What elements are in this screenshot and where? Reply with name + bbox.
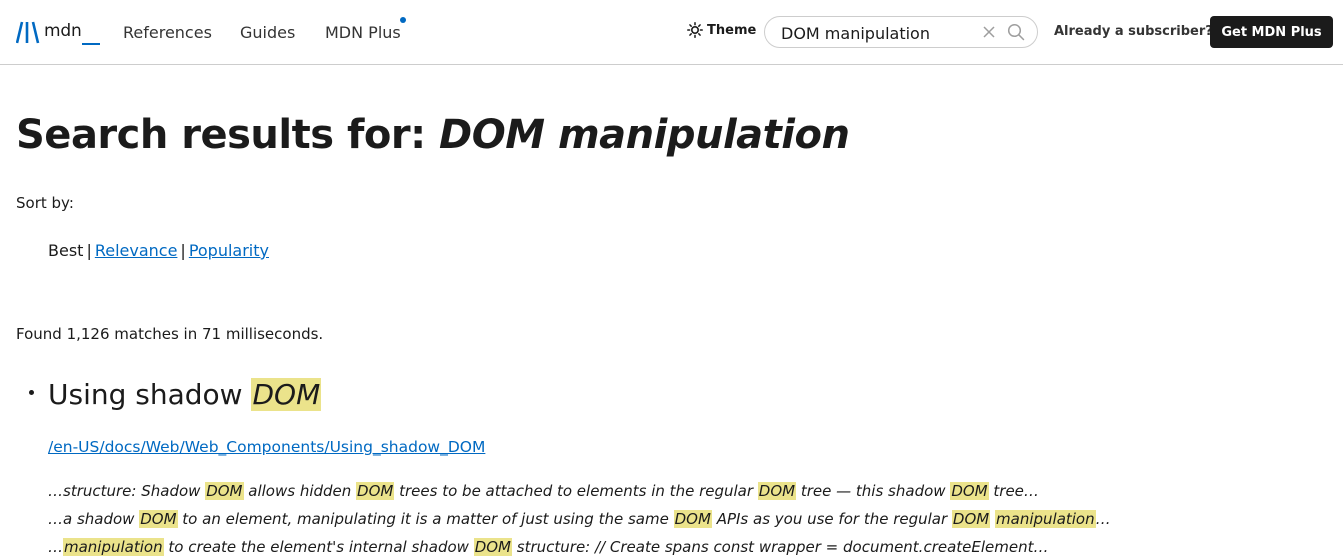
result-title-text: Using shadow xyxy=(48,378,243,411)
sort-relevance-link[interactable]: Relevance xyxy=(95,241,178,260)
logo-underscore xyxy=(82,43,100,45)
page-title-prefix: Search results for: xyxy=(16,112,426,158)
new-indicator-dot xyxy=(400,17,406,23)
search-term-highlight: DOM xyxy=(473,538,513,556)
page-title: Search results for: DOM manipulation xyxy=(16,112,850,158)
search-term-highlight: DOM xyxy=(139,510,178,528)
top-navigation: mdn References Guides MDN Plus Theme Alr… xyxy=(0,0,1343,65)
snippet-text: … xyxy=(1095,510,1111,528)
already-subscriber-link[interactable]: Already a subscriber? xyxy=(1054,24,1213,39)
snippet-text: to create the element's internal shadow xyxy=(163,538,474,556)
snippet-text: APIs as you use for the regular xyxy=(711,510,952,528)
nav-guides[interactable]: Guides xyxy=(240,23,295,42)
sort-label: Sort by: xyxy=(16,194,74,212)
sun-icon xyxy=(687,22,703,38)
snippet-text: structure: // Create spans const wrapper… xyxy=(512,538,1049,556)
search-term-highlight: DOM xyxy=(673,510,712,528)
nav-references[interactable]: References xyxy=(123,23,212,42)
get-mdn-plus-button[interactable]: Get MDN Plus xyxy=(1210,16,1333,48)
snippet-text: …a shadow xyxy=(48,510,140,528)
search-box xyxy=(764,16,1038,48)
search-term-highlight: manipulation xyxy=(63,538,164,556)
search-term-highlight: DOM xyxy=(356,482,395,500)
results-count: Found 1,126 matches in 71 milliseconds. xyxy=(16,325,324,343)
result-snippet: …structure: Shadow DOM allows hidden DOM… xyxy=(48,482,1039,500)
mdn-logo[interactable]: mdn xyxy=(16,20,82,46)
search-term-highlight: DOM xyxy=(950,482,989,500)
sort-separator: | xyxy=(86,241,92,260)
sort-popularity-link[interactable]: Popularity xyxy=(189,241,269,260)
theme-button[interactable]: Theme xyxy=(687,22,756,38)
snippet-text: … xyxy=(48,538,63,556)
snippet-text: to an element, manipulating it is a matt… xyxy=(177,510,674,528)
result-snippet: …manipulation to create the element's in… xyxy=(48,538,1049,556)
search-term-highlight: manipulation xyxy=(995,510,1096,528)
search-term-highlight: DOM xyxy=(951,510,991,528)
page-title-query: DOM manipulation xyxy=(439,112,850,158)
snippet-text: allows hidden xyxy=(243,482,357,500)
search-term-highlight: DOM xyxy=(205,482,244,500)
snippet-text: …structure: Shadow xyxy=(48,482,206,500)
close-icon[interactable] xyxy=(982,25,996,39)
result-title-highlight: DOM xyxy=(251,378,322,411)
snippet-text: tree — this shadow xyxy=(796,482,951,500)
result-title-link[interactable]: Using shadow DOM xyxy=(48,378,322,411)
sort-options: Best | Relevance | Popularity xyxy=(48,241,269,260)
list-bullet xyxy=(29,390,34,395)
search-input[interactable] xyxy=(781,23,981,43)
sort-separator: | xyxy=(180,241,186,260)
mdn-logo-icon xyxy=(16,21,40,44)
theme-label: Theme xyxy=(707,22,757,38)
search-term-highlight: DOM xyxy=(757,482,797,500)
result-snippet: …a shadow DOM to an element, manipulatin… xyxy=(48,510,1111,528)
search-icon[interactable] xyxy=(1007,23,1025,41)
sort-best: Best xyxy=(48,241,84,260)
snippet-text: trees to be attached to elements in the … xyxy=(394,482,758,500)
nav-mdn-plus[interactable]: MDN Plus xyxy=(325,23,401,42)
result-url-link[interactable]: /en-US/docs/Web/Web_Components/Using_sha… xyxy=(48,438,485,456)
snippet-text: tree… xyxy=(988,482,1039,500)
logo-text: mdn xyxy=(44,21,82,41)
